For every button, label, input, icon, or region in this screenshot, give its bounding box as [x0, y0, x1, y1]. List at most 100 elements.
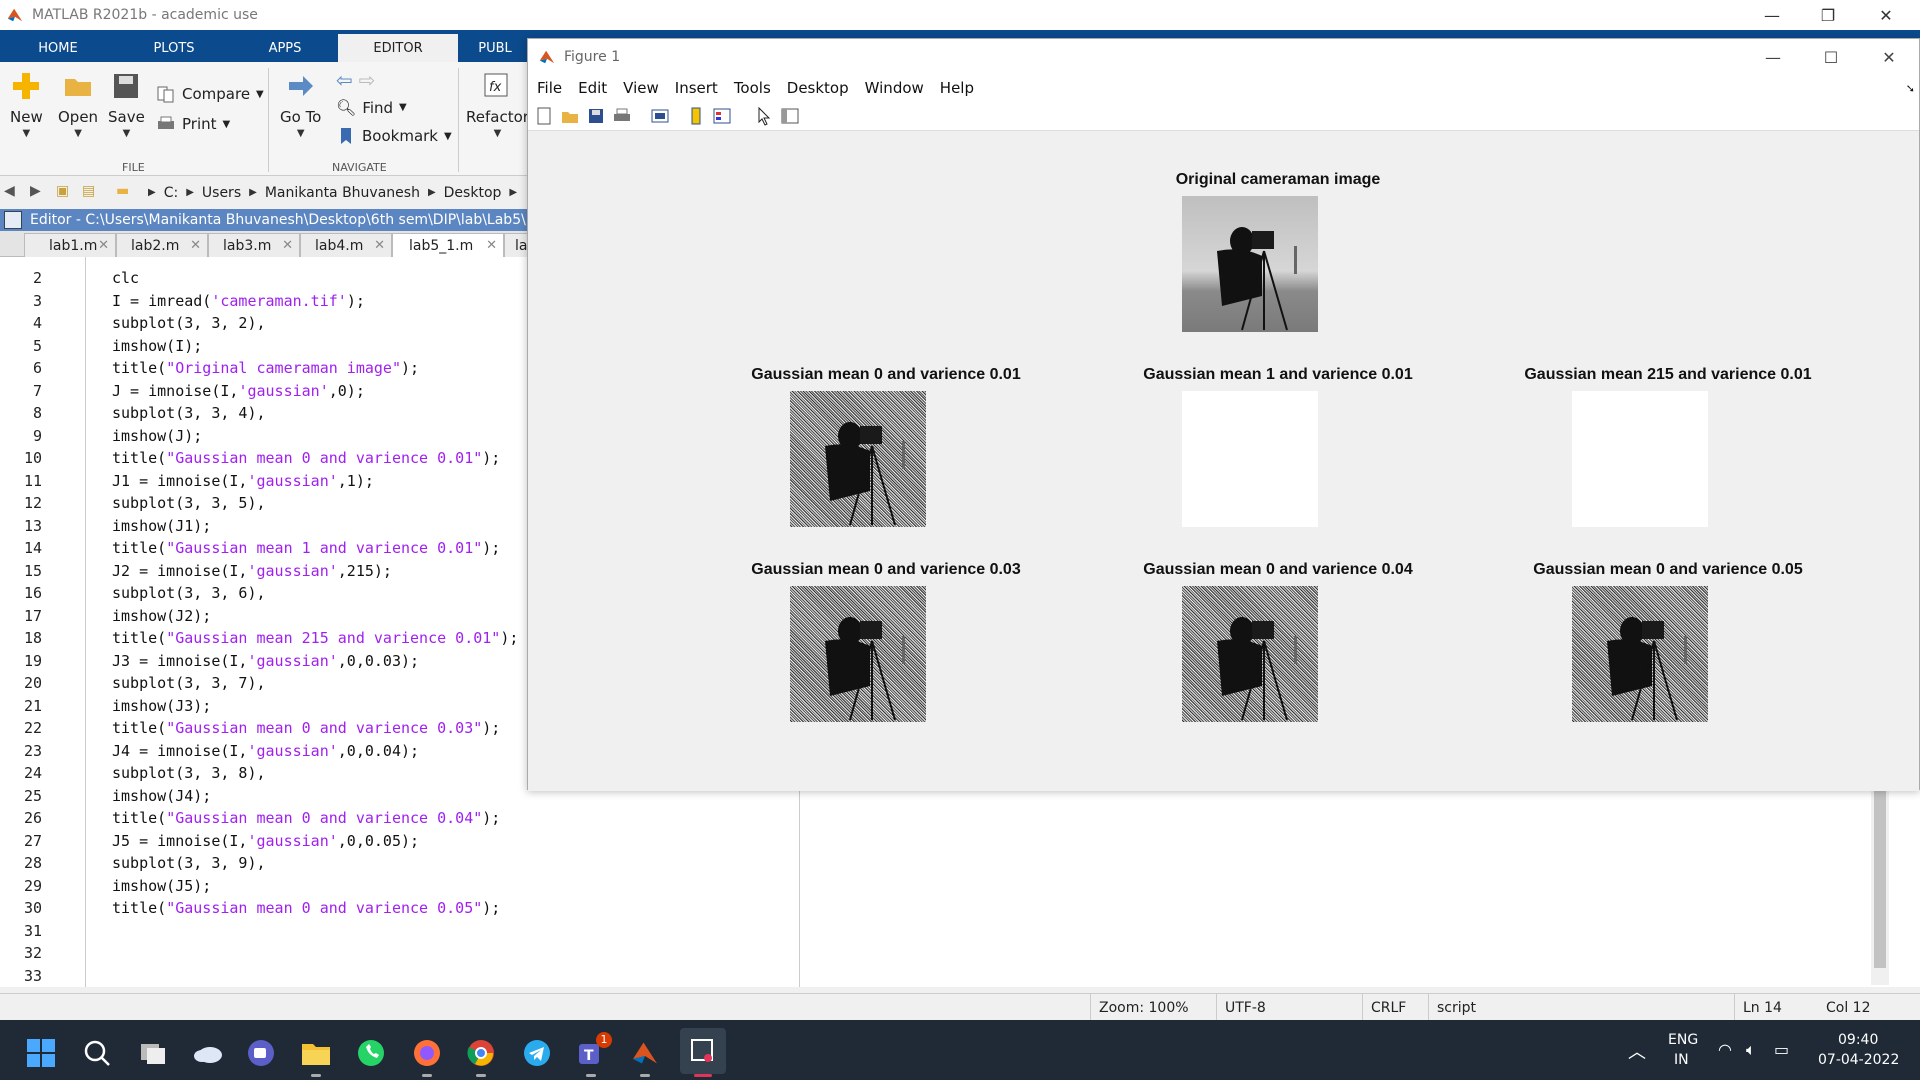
menu-view[interactable]: View — [623, 79, 659, 97]
up-folder-icon[interactable]: ▣ — [56, 183, 78, 203]
code-line[interactable]: J = imnoise(I,'gaussian',0); — [112, 382, 365, 400]
file-tab-active[interactable]: lab5_1.m ✕ — [392, 233, 504, 257]
file-explorer-icon[interactable] — [300, 1038, 332, 1068]
task-view-icon[interactable] — [138, 1038, 168, 1068]
chevron-up-icon[interactable]: ︿ — [1628, 1038, 1646, 1064]
figure-minimize-button[interactable]: — — [1744, 39, 1802, 75]
browse-folder-icon[interactable]: ▤ — [82, 183, 104, 203]
print-button[interactable]: Print ▼ — [156, 114, 230, 134]
lang-top[interactable]: ENG — [1668, 1032, 1698, 1048]
code-line[interactable]: imshow(J5); — [112, 877, 211, 895]
clock-date[interactable]: 07-04-2022 — [1818, 1052, 1899, 1068]
code-line[interactable]: imshow(J3); — [112, 697, 211, 715]
compare-button[interactable]: Compare ▼ — [156, 84, 264, 104]
forward-arrow-icon[interactable]: ⇨ — [359, 68, 376, 92]
code-line[interactable]: J1 = imnoise(I,'gaussian',1); — [112, 472, 374, 490]
code-line[interactable]: title("Gaussian mean 0 and varience 0.04… — [112, 809, 500, 827]
new-figure-icon[interactable] — [534, 106, 554, 126]
code-line[interactable]: imshow(J1); — [112, 517, 211, 535]
telegram-icon[interactable] — [522, 1038, 552, 1068]
code-line[interactable]: J5 = imnoise(I,'gaussian',0,0.05); — [112, 832, 419, 850]
menu-insert[interactable]: Insert — [675, 79, 718, 97]
wifi-icon[interactable]: ◠ — [1718, 1040, 1732, 1059]
code-line[interactable]: title("Gaussian mean 0 and varience 0.03… — [112, 719, 500, 737]
speaker-muted-icon[interactable]: 🔈︎ — [1746, 1040, 1756, 1060]
save-button[interactable]: Save ▼ — [108, 70, 145, 139]
legend-icon[interactable] — [712, 106, 732, 126]
code-line[interactable]: subplot(3, 3, 6), — [112, 584, 266, 602]
command-window[interactable] — [800, 790, 1920, 987]
figure-close-button[interactable]: ✕ — [1860, 39, 1918, 75]
code-line[interactable]: imshow(I); — [112, 337, 202, 355]
vertical-scrollbar[interactable] — [1871, 790, 1889, 985]
code-line[interactable]: subplot(3, 3, 4), — [112, 404, 266, 422]
code-line[interactable]: J4 = imnoise(I,'gaussian',0,0.04); — [112, 742, 419, 760]
file-tab[interactable]: lab2.m ✕ — [116, 233, 208, 257]
start-windows-icon[interactable] — [26, 1038, 56, 1068]
tab-publish[interactable]: PUBL — [460, 34, 530, 62]
code-line[interactable]: subplot(3, 3, 2), — [112, 314, 266, 332]
code-line[interactable]: subplot(3, 3, 8), — [112, 764, 266, 782]
code-line[interactable]: clc — [112, 269, 139, 287]
firefox-icon[interactable] — [412, 1038, 442, 1068]
save-figure-icon[interactable] — [586, 106, 606, 126]
tab-apps[interactable]: APPS — [232, 34, 338, 62]
search-icon[interactable] — [82, 1038, 112, 1068]
file-tab[interactable]: lab3.m ✕ — [208, 233, 300, 257]
colorbar-icon[interactable] — [686, 106, 706, 126]
chrome-icon[interactable] — [466, 1038, 496, 1068]
teams-meet-icon[interactable] — [246, 1038, 276, 1068]
code-line[interactable]: imshow(J); — [112, 427, 202, 445]
pointer-icon[interactable] — [754, 106, 774, 126]
find-button[interactable]: 🔍︎ Find ▼ — [336, 98, 407, 117]
back-forward-nav[interactable]: ⇦ ⇨ — [336, 68, 376, 92]
menu-edit[interactable]: Edit — [578, 79, 607, 97]
minimize-button[interactable]: — — [1744, 0, 1800, 30]
breadcrumb-item[interactable]: C: — [164, 185, 179, 201]
code-line[interactable]: J2 = imnoise(I,'gaussian',215); — [112, 562, 392, 580]
matlab-taskbar-icon[interactable] — [630, 1038, 660, 1068]
back-arrow-icon[interactable]: ⇦ — [336, 68, 353, 92]
open-button[interactable]: Open ▼ — [58, 70, 98, 139]
clock-time[interactable]: 09:40 — [1838, 1032, 1878, 1048]
new-button[interactable]: New ▼ — [10, 70, 43, 139]
onedrive-cloud-icon[interactable] — [192, 1040, 224, 1066]
code-line[interactable]: title("Gaussian mean 0 and varience 0.01… — [112, 449, 500, 467]
tab-plots[interactable]: PLOTS — [116, 34, 232, 62]
print-figure-icon[interactable] — [612, 106, 632, 126]
code-line[interactable]: subplot(3, 3, 5), — [112, 494, 266, 512]
bookmark-button[interactable]: Bookmark ▼ — [336, 126, 452, 146]
breadcrumb-item[interactable]: Desktop — [444, 185, 502, 201]
breadcrumb-item[interactable]: Manikanta Bhuvanesh — [265, 185, 420, 201]
code-line[interactable]: I = imread('cameraman.tif'); — [112, 292, 365, 310]
code-line[interactable]: subplot(3, 3, 9), — [112, 854, 266, 872]
code-line[interactable]: title("Gaussian mean 1 and varience 0.01… — [112, 539, 500, 557]
property-editor-icon[interactable] — [780, 106, 800, 126]
forward-arrow-icon[interactable]: ▶ — [30, 183, 52, 203]
snipping-tool-icon[interactable] — [688, 1036, 718, 1066]
code-line[interactable]: title("Gaussian mean 0 and varience 0.05… — [112, 899, 500, 917]
close-icon[interactable]: ✕ — [190, 238, 201, 253]
close-icon[interactable]: ✕ — [486, 238, 497, 253]
close-icon[interactable]: ✕ — [98, 238, 109, 253]
tab-home[interactable]: HOME — [0, 34, 116, 62]
file-tab[interactable]: lab1.m ✕ — [24, 233, 116, 257]
code-line[interactable]: subplot(3, 3, 7), — [112, 674, 266, 692]
back-arrow-icon[interactable]: ◀ — [4, 183, 26, 203]
refactor-button[interactable]: fx Refactor ▼ — [466, 70, 529, 139]
breadcrumb-item[interactable]: Users — [202, 185, 241, 201]
file-tab[interactable]: lab4.m ✕ — [300, 233, 392, 257]
close-icon[interactable]: ✕ — [282, 238, 293, 253]
code-line[interactable]: J3 = imnoise(I,'gaussian',0,0.03); — [112, 652, 419, 670]
code-line[interactable]: title("Original cameraman image"); — [112, 359, 419, 377]
figure-maximize-button[interactable]: ☐ — [1802, 39, 1860, 75]
figure-window[interactable]: Figure 1 — ☐ ✕ File Edit View Insert Too… — [527, 38, 1920, 791]
menu-desktop[interactable]: Desktop — [787, 79, 849, 97]
menu-file[interactable]: File — [537, 79, 562, 97]
menu-tools[interactable]: Tools — [734, 79, 771, 97]
link-plot-icon[interactable] — [650, 106, 670, 126]
lang-bottom[interactable]: IN — [1674, 1052, 1689, 1068]
tab-editor[interactable]: EDITOR — [338, 34, 458, 62]
menu-help[interactable]: Help — [940, 79, 974, 97]
code-line[interactable]: title("Gaussian mean 215 and varience 0.… — [112, 629, 518, 647]
